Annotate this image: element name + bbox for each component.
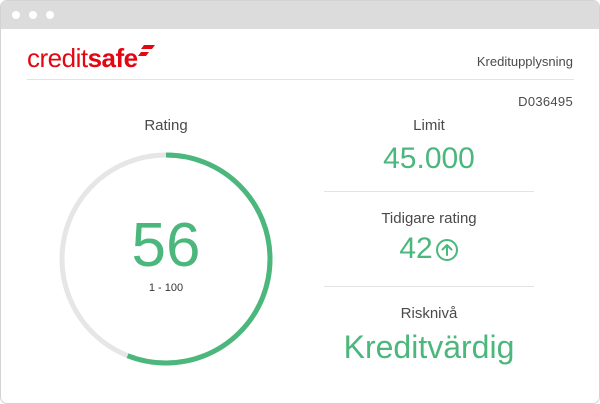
risk-level-label: Risknivå xyxy=(400,305,458,322)
risk-level-value: Kreditvärdig xyxy=(343,329,515,365)
window-dot-icon xyxy=(46,11,54,19)
rating-label: Rating xyxy=(144,117,188,134)
limit-label: Limit xyxy=(413,117,445,134)
info-divider xyxy=(324,286,534,287)
logo-text-credit: credit xyxy=(27,43,88,73)
limit-value: 45.000 xyxy=(383,142,475,175)
creditsafe-logo: creditsafe xyxy=(27,43,138,73)
previous-rating-value: 42 xyxy=(399,232,433,265)
logo-text-safe: safe xyxy=(87,43,139,73)
previous-rating-row: 42 xyxy=(324,231,534,267)
arrow-up-circle-icon xyxy=(435,239,458,261)
logo-mark-icon xyxy=(138,45,155,56)
browser-window: creditsafe Kreditupplysning D036495 Rati… xyxy=(0,0,600,404)
credit-info-panel: Limit 45.000 Tidigare rating 42 Risknivå… xyxy=(324,1,534,403)
previous-rating-label: Tidigare rating xyxy=(381,210,477,227)
window-dot-icon xyxy=(12,11,20,19)
info-divider xyxy=(324,191,534,192)
window-dot-icon xyxy=(29,11,37,19)
rating-range: 1 - 100 xyxy=(148,282,184,294)
rating-value: 56 xyxy=(131,211,201,280)
